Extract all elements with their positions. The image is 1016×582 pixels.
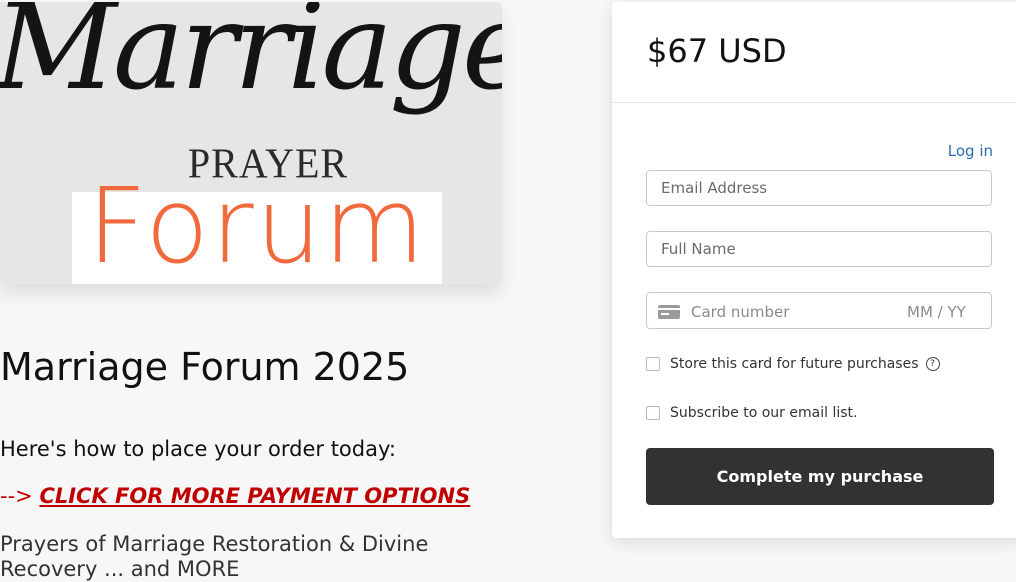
subscribe-option: Subscribe to our email list. (646, 405, 857, 421)
banner-script-text: Marriage (0, 2, 502, 117)
email-field[interactable] (646, 170, 992, 206)
product-banner-image: Marriage PRAYER Forum (0, 2, 502, 284)
subscribe-checkbox[interactable] (646, 406, 660, 420)
store-card-label: Store this card for future purchases (670, 356, 919, 372)
full-name-field[interactable] (646, 231, 992, 267)
more-payment-options-link[interactable]: CLICK FOR MORE PAYMENT OPTIONS (39, 484, 470, 508)
product-description: Prayers of Marriage Restoration & Divine… (0, 532, 429, 581)
question-circle-icon[interactable]: ? (925, 357, 940, 371)
product-title: Marriage Forum 2025 (0, 345, 410, 389)
credit-card-icon (658, 305, 680, 319)
checkout-card: $67 USD Log in Store this card for futur… (612, 2, 1016, 538)
complete-purchase-button[interactable]: Complete my purchase (646, 448, 994, 505)
payment-options-line: --> CLICK FOR MORE PAYMENT OPTIONS (0, 484, 470, 508)
card-input-group (646, 292, 992, 330)
card-number-field[interactable] (689, 293, 893, 330)
order-intro-text: Here's how to place your order today: (0, 437, 396, 461)
card-expiry-field[interactable] (905, 293, 991, 330)
store-card-checkbox[interactable] (646, 357, 660, 371)
banner-forum-text: Forum (87, 165, 427, 284)
price-label: $67 USD (647, 32, 787, 70)
store-card-option: Store this card for future purchases ? (646, 356, 940, 372)
subscribe-label: Subscribe to our email list. (670, 405, 858, 421)
card-divider (612, 102, 1016, 103)
login-link[interactable]: Log in (948, 142, 993, 160)
payment-arrow: --> (0, 484, 33, 508)
